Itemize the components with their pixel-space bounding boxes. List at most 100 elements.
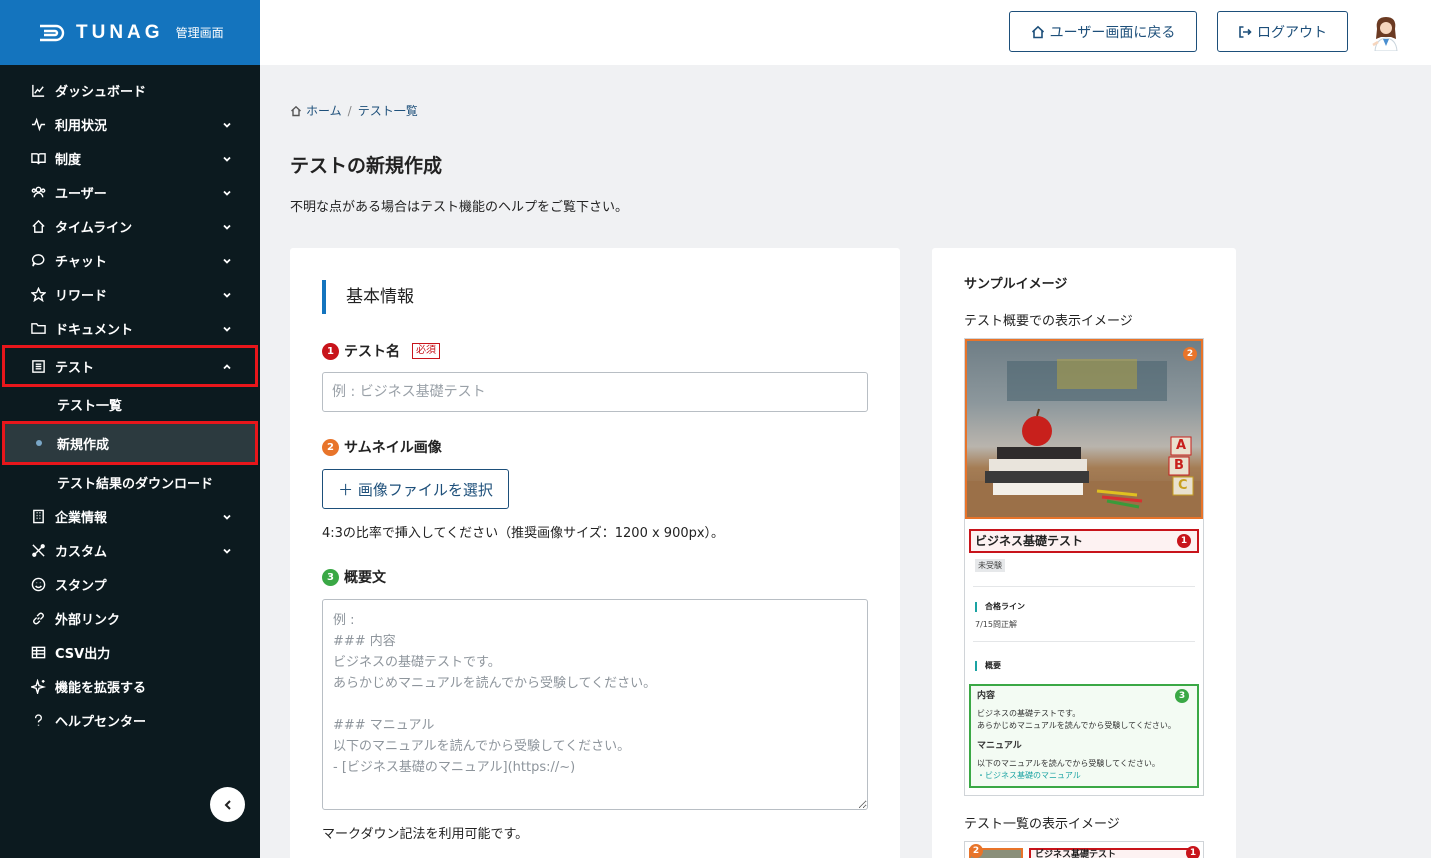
logo-text: TUNAG xyxy=(76,21,164,43)
chevron-down-icon xyxy=(222,153,232,163)
logout-icon xyxy=(1239,25,1252,38)
summary-textarea[interactable] xyxy=(322,599,868,810)
top-header: ユーザー画面に戻る ログアウト xyxy=(260,0,1431,65)
home-icon xyxy=(30,218,46,234)
preview-manual-heading: マニュアル xyxy=(977,741,1022,751)
overview-caption: テスト概要での表示イメージ xyxy=(964,314,1133,329)
preview-pass-value: 7/15問正解 xyxy=(975,620,1017,629)
sidebar-item-help[interactable]: ヘルプセンター xyxy=(0,703,260,737)
sidebar-item-usage[interactable]: 利用状況 xyxy=(0,107,260,141)
sidebar-subitem-download[interactable]: テスト結果のダウンロード xyxy=(0,465,260,499)
select-image-button[interactable]: ＋ 画像ファイルを選択 xyxy=(322,469,509,509)
label-text: サムネイル画像 xyxy=(344,440,442,456)
sidebar-subitem-new[interactable]: 新規作成 xyxy=(2,421,258,465)
sidebar-subitem-label: 新規作成 xyxy=(57,437,110,453)
required-badge: 必須 xyxy=(412,343,440,359)
sidebar-item-label: CSV出力 xyxy=(55,646,111,662)
preview-content-line: あらかじめマニュアルを読んでから受験してください。 xyxy=(977,721,1176,730)
sidebar-item-label: チャット xyxy=(55,254,107,270)
test-name-input[interactable] xyxy=(322,372,868,412)
sidebar-item-label: リワード xyxy=(55,288,108,304)
sidebar-item-extend[interactable]: 機能を拡張する xyxy=(0,669,260,703)
table-icon xyxy=(30,644,46,660)
chat-icon xyxy=(30,252,46,268)
sidebar-collapse-button[interactable] xyxy=(210,787,245,822)
sidebar-item-timeline[interactable]: タイムライン xyxy=(0,209,260,243)
label-text: 概要文 xyxy=(344,570,386,586)
book-icon xyxy=(30,150,46,166)
divider xyxy=(973,586,1195,587)
pulse-icon xyxy=(30,116,46,132)
chevron-down-icon xyxy=(222,187,232,197)
sidebar-item-label: テスト xyxy=(55,360,95,376)
breadcrumb-separator: / xyxy=(347,103,352,118)
divider xyxy=(973,641,1195,642)
sidebar-item-stamp[interactable]: スタンプ xyxy=(0,567,260,601)
chevron-down-icon xyxy=(222,255,232,265)
form-card: 基本情報 1 テスト名 必須 2 サムネイル画像 ＋ 画像ファイルを選択 4:3… xyxy=(290,248,900,858)
block-letter: B xyxy=(1174,458,1184,473)
marker-2: 2 xyxy=(1183,347,1197,361)
sidebar-item-dashboard[interactable]: ダッシュボード xyxy=(0,73,260,107)
sidebar-nav: ダッシュボード 利用状況 制度 ユーザー タイムライン チャット リワード ドキ… xyxy=(0,65,260,737)
user-screen-button[interactable]: ユーザー画面に戻る xyxy=(1009,11,1197,52)
sidebar-item-label: ユーザー xyxy=(55,186,107,202)
marker-2: 2 xyxy=(969,844,983,858)
block-letter: A xyxy=(1176,438,1187,453)
step-number: 2 xyxy=(322,438,339,456)
sidebar-item-label: 利用状況 xyxy=(55,118,108,134)
logout-label: ログアウト xyxy=(1257,24,1327,41)
block-letter: C xyxy=(1178,478,1188,493)
marker-1: 1 xyxy=(1186,846,1200,858)
star-icon xyxy=(30,286,46,302)
sidebar-item-system[interactable]: 制度 xyxy=(0,141,260,175)
label-text: テスト名 xyxy=(344,344,400,360)
preview-title-text: ビジネス基礎テスト xyxy=(975,534,1084,548)
marker-1: 1 xyxy=(1177,534,1191,548)
link-icon xyxy=(30,610,46,626)
sidebar-item-custom[interactable]: カスタム xyxy=(0,533,260,567)
chevron-down-icon xyxy=(222,221,232,231)
logout-button[interactable]: ログアウト xyxy=(1217,11,1348,52)
sample-title: サンプルイメージ xyxy=(964,277,1068,292)
current-indicator xyxy=(36,440,42,446)
folder-icon xyxy=(30,320,46,336)
avatar[interactable] xyxy=(1369,15,1403,51)
preview-manual-link: ・ビジネス基礎のマニュアル xyxy=(977,771,1081,780)
sidebar-item-company[interactable]: 企業情報 xyxy=(0,499,260,533)
breadcrumb-test-list[interactable]: テスト一覧 xyxy=(358,102,418,119)
thumbnail-label: 2 サムネイル画像 xyxy=(322,437,442,457)
list-caption: テスト一覧の表示イメージ xyxy=(964,817,1120,832)
preview-pass-heading: 合格ライン xyxy=(975,602,1025,612)
sidebar-item-test[interactable]: テスト xyxy=(2,345,258,387)
sidebar-item-external-link[interactable]: 外部リンク xyxy=(0,601,260,635)
chevron-up-icon xyxy=(222,361,232,371)
sidebar-subitem-test-list[interactable]: テスト一覧 xyxy=(0,387,260,421)
chevron-down-icon xyxy=(222,289,232,299)
sidebar-item-chat[interactable]: チャット xyxy=(0,243,260,277)
page-title: テストの新規作成 xyxy=(290,155,443,177)
breadcrumb-home[interactable]: ホーム xyxy=(306,102,342,119)
smile-icon xyxy=(30,576,46,592)
sidebar-item-users[interactable]: ユーザー xyxy=(0,175,260,209)
sidebar-item-label: ドキュメント xyxy=(55,322,134,338)
test-name-label: 1 テスト名 必須 xyxy=(322,341,440,361)
sidebar: TUNAG 管理画面 ダッシュボード 利用状況 制度 ユーザー タイムライン チ… xyxy=(0,0,260,858)
preview-title: ビジネス基礎テスト 1 xyxy=(969,529,1199,553)
list-icon xyxy=(30,358,46,374)
logo[interactable]: TUNAG 管理画面 xyxy=(0,0,260,65)
step-number: 3 xyxy=(322,568,339,586)
sidebar-item-reward[interactable]: リワード xyxy=(0,277,260,311)
sidebar-item-label: スタンプ xyxy=(55,578,107,594)
thumbnail-preview-image: A B C 2 xyxy=(965,339,1203,519)
sidebar-item-document[interactable]: ドキュメント xyxy=(0,311,260,345)
preview-manual-line: 以下のマニュアルを読んでから受験してください。 xyxy=(977,759,1160,768)
sidebar-item-csv[interactable]: CSV出力 xyxy=(0,635,260,669)
sample-panel: サンプルイメージ テスト概要での表示イメージ A B C 2 ビジネス基礎テスト… xyxy=(932,248,1236,858)
chevron-left-icon xyxy=(224,799,231,810)
users-icon xyxy=(30,184,46,200)
step-number: 1 xyxy=(322,342,339,360)
list-preview-title: ビジネス基礎テスト xyxy=(1029,848,1197,858)
page-description: 不明な点がある場合はテスト機能のヘルプをご覧下さい。 xyxy=(290,200,629,215)
logo-subtitle: 管理画面 xyxy=(175,26,224,40)
